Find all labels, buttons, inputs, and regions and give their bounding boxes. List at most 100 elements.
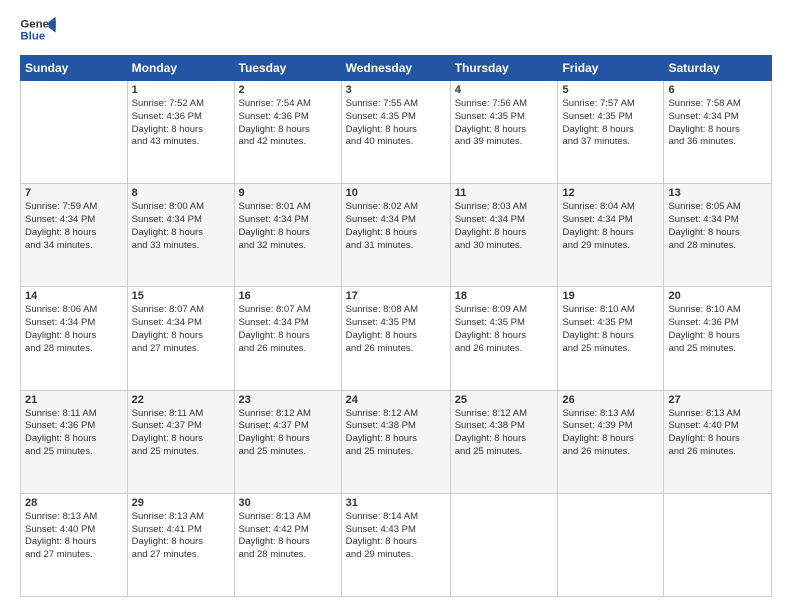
- day-info: Sunrise: 8:05 AM Sunset: 4:34 PM Dayligh…: [668, 201, 767, 252]
- header: General Blue: [20, 15, 772, 45]
- col-header-monday: Monday: [127, 56, 234, 81]
- day-number: 4: [455, 84, 554, 96]
- day-info: Sunrise: 8:13 AM Sunset: 4:41 PM Dayligh…: [132, 511, 230, 562]
- day-number: 20: [668, 290, 767, 302]
- day-info: Sunrise: 8:00 AM Sunset: 4:34 PM Dayligh…: [132, 201, 230, 252]
- day-number: 28: [25, 497, 123, 509]
- col-header-wednesday: Wednesday: [341, 56, 450, 81]
- day-number: 10: [346, 187, 446, 199]
- day-info: Sunrise: 8:13 AM Sunset: 4:42 PM Dayligh…: [239, 511, 337, 562]
- calendar-cell: [558, 493, 664, 596]
- day-info: Sunrise: 7:54 AM Sunset: 4:36 PM Dayligh…: [239, 98, 337, 149]
- calendar-cell: 31Sunrise: 8:14 AM Sunset: 4:43 PM Dayli…: [341, 493, 450, 596]
- day-number: 14: [25, 290, 123, 302]
- calendar-table: SundayMondayTuesdayWednesdayThursdayFrid…: [20, 55, 772, 597]
- day-info: Sunrise: 8:01 AM Sunset: 4:34 PM Dayligh…: [239, 201, 337, 252]
- day-info: Sunrise: 7:58 AM Sunset: 4:34 PM Dayligh…: [668, 98, 767, 149]
- calendar-cell: 7Sunrise: 7:59 AM Sunset: 4:34 PM Daylig…: [21, 184, 128, 287]
- day-info: Sunrise: 7:57 AM Sunset: 4:35 PM Dayligh…: [562, 98, 659, 149]
- day-number: 26: [562, 394, 659, 406]
- day-number: 15: [132, 290, 230, 302]
- calendar-cell: 9 Sunrise: 8:01 AM Sunset: 4:34 PM Daylig…: [234, 184, 341, 287]
- calendar-cell: 11 Sunrise: 8:03 AM Sunset: 4:34 PM Dayli…: [450, 184, 558, 287]
- calendar-cell: 23 Sunrise: 8:12 AM Sunset: 4:37 PM Dayli…: [234, 390, 341, 493]
- day-info: Sunrise: 8:12 AM Sunset: 4:38 PM Dayligh…: [346, 408, 446, 459]
- calendar-cell: 24 Sunrise: 8:12 AM Sunset: 4:38 PM Dayli…: [341, 390, 450, 493]
- calendar-cell: 26Sunrise: 8:13 AM Sunset: 4:39 PM Dayli…: [558, 390, 664, 493]
- day-info: Sunrise: 8:12 AM Sunset: 4:38 PM Dayligh…: [455, 408, 554, 459]
- day-number: 18: [455, 290, 554, 302]
- day-number: 27: [668, 394, 767, 406]
- day-number: 19: [562, 290, 659, 302]
- day-number: 9: [239, 187, 337, 199]
- day-number: 23: [239, 394, 337, 406]
- day-info: Sunrise: 8:06 AM Sunset: 4:34 PM Dayligh…: [25, 304, 123, 355]
- day-info: Sunrise: 8:02 AM Sunset: 4:34 PM Dayligh…: [346, 201, 446, 252]
- calendar-cell: 28 Sunrise: 8:13 AM Sunset: 4:40 PM Dayli…: [21, 493, 128, 596]
- day-info: Sunrise: 7:56 AM Sunset: 4:35 PM Dayligh…: [455, 98, 554, 149]
- day-number: 25: [455, 394, 554, 406]
- calendar-cell: 29 Sunrise: 8:13 AM Sunset: 4:41 PM Dayli…: [127, 493, 234, 596]
- day-info: Sunrise: 8:03 AM Sunset: 4:34 PM Dayligh…: [455, 201, 554, 252]
- calendar-cell: 15 Sunrise: 8:07 AM Sunset: 4:34 PM Dayli…: [127, 287, 234, 390]
- day-number: 21: [25, 394, 123, 406]
- calendar-cell: 5 Sunrise: 7:57 AM Sunset: 4:35 PM Daylig…: [558, 81, 664, 184]
- page: General Blue SundayMondayTuesdayWednesda…: [0, 0, 792, 612]
- calendar-cell: 17Sunrise: 8:08 AM Sunset: 4:35 PM Dayli…: [341, 287, 450, 390]
- day-number: 3: [346, 84, 446, 96]
- col-header-friday: Friday: [558, 56, 664, 81]
- calendar-cell: 16 Sunrise: 8:07 AM Sunset: 4:34 PM Dayli…: [234, 287, 341, 390]
- day-info: Sunrise: 7:55 AM Sunset: 4:35 PM Dayligh…: [346, 98, 446, 149]
- calendar-cell: 20Sunrise: 8:10 AM Sunset: 4:36 PM Dayli…: [664, 287, 772, 390]
- calendar-header-row: SundayMondayTuesdayWednesdayThursdayFrid…: [21, 56, 772, 81]
- day-info: Sunrise: 8:07 AM Sunset: 4:34 PM Dayligh…: [132, 304, 230, 355]
- day-info: Sunrise: 8:13 AM Sunset: 4:40 PM Dayligh…: [668, 408, 767, 459]
- day-number: 16: [239, 290, 337, 302]
- calendar-cell: 25 Sunrise: 8:12 AM Sunset: 4:38 PM Dayli…: [450, 390, 558, 493]
- day-number: 6: [668, 84, 767, 96]
- day-number: 22: [132, 394, 230, 406]
- col-header-sunday: Sunday: [21, 56, 128, 81]
- day-info: Sunrise: 8:14 AM Sunset: 4:43 PM Dayligh…: [346, 511, 446, 562]
- calendar-cell: [450, 493, 558, 596]
- calendar-cell: 2 Sunrise: 7:54 AM Sunset: 4:36 PM Daylig…: [234, 81, 341, 184]
- day-number: 17: [346, 290, 446, 302]
- day-number: 29: [132, 497, 230, 509]
- calendar-cell: 6 Sunrise: 7:58 AM Sunset: 4:34 PM Daylig…: [664, 81, 772, 184]
- calendar-cell: 4 Sunrise: 7:56 AM Sunset: 4:35 PM Daylig…: [450, 81, 558, 184]
- logo-icon: General Blue: [20, 15, 56, 45]
- day-info: Sunrise: 8:13 AM Sunset: 4:40 PM Dayligh…: [25, 511, 123, 562]
- col-header-saturday: Saturday: [664, 56, 772, 81]
- day-number: 12: [562, 187, 659, 199]
- calendar-cell: 14 Sunrise: 8:06 AM Sunset: 4:34 PM Dayli…: [21, 287, 128, 390]
- calendar-cell: 8Sunrise: 8:00 AM Sunset: 4:34 PM Daylig…: [127, 184, 234, 287]
- day-info: Sunrise: 8:09 AM Sunset: 4:35 PM Dayligh…: [455, 304, 554, 355]
- day-number: 11: [455, 187, 554, 199]
- logo: General Blue: [20, 15, 56, 45]
- day-number: 30: [239, 497, 337, 509]
- day-info: Sunrise: 8:12 AM Sunset: 4:37 PM Dayligh…: [239, 408, 337, 459]
- day-info: Sunrise: 8:10 AM Sunset: 4:35 PM Dayligh…: [562, 304, 659, 355]
- calendar-cell: 30 Sunrise: 8:13 AM Sunset: 4:42 PM Dayli…: [234, 493, 341, 596]
- calendar-week-2: 7Sunrise: 7:59 AM Sunset: 4:34 PM Daylig…: [21, 184, 772, 287]
- calendar-cell: 21Sunrise: 8:11 AM Sunset: 4:36 PM Dayli…: [21, 390, 128, 493]
- calendar-cell: 3 Sunrise: 7:55 AM Sunset: 4:35 PM Daylig…: [341, 81, 450, 184]
- day-number: 7: [25, 187, 123, 199]
- svg-text:Blue: Blue: [20, 31, 45, 43]
- calendar-cell: 19 Sunrise: 8:10 AM Sunset: 4:35 PM Dayli…: [558, 287, 664, 390]
- day-number: 5: [562, 84, 659, 96]
- day-number: 2: [239, 84, 337, 96]
- calendar-week-5: 28 Sunrise: 8:13 AM Sunset: 4:40 PM Dayli…: [21, 493, 772, 596]
- calendar-cell: 27 Sunrise: 8:13 AM Sunset: 4:40 PM Dayli…: [664, 390, 772, 493]
- day-info: Sunrise: 7:52 AM Sunset: 4:36 PM Dayligh…: [132, 98, 230, 149]
- day-number: 13: [668, 187, 767, 199]
- calendar-cell: 18 Sunrise: 8:09 AM Sunset: 4:35 PM Dayli…: [450, 287, 558, 390]
- day-info: Sunrise: 8:11 AM Sunset: 4:37 PM Dayligh…: [132, 408, 230, 459]
- day-number: 24: [346, 394, 446, 406]
- day-info: Sunrise: 8:07 AM Sunset: 4:34 PM Dayligh…: [239, 304, 337, 355]
- calendar-week-3: 14 Sunrise: 8:06 AM Sunset: 4:34 PM Dayli…: [21, 287, 772, 390]
- calendar-cell: 1Sunrise: 7:52 AM Sunset: 4:36 PM Daylig…: [127, 81, 234, 184]
- day-info: Sunrise: 8:04 AM Sunset: 4:34 PM Dayligh…: [562, 201, 659, 252]
- calendar-week-1: 1Sunrise: 7:52 AM Sunset: 4:36 PM Daylig…: [21, 81, 772, 184]
- calendar-cell: 12 Sunrise: 8:04 AM Sunset: 4:34 PM Dayli…: [558, 184, 664, 287]
